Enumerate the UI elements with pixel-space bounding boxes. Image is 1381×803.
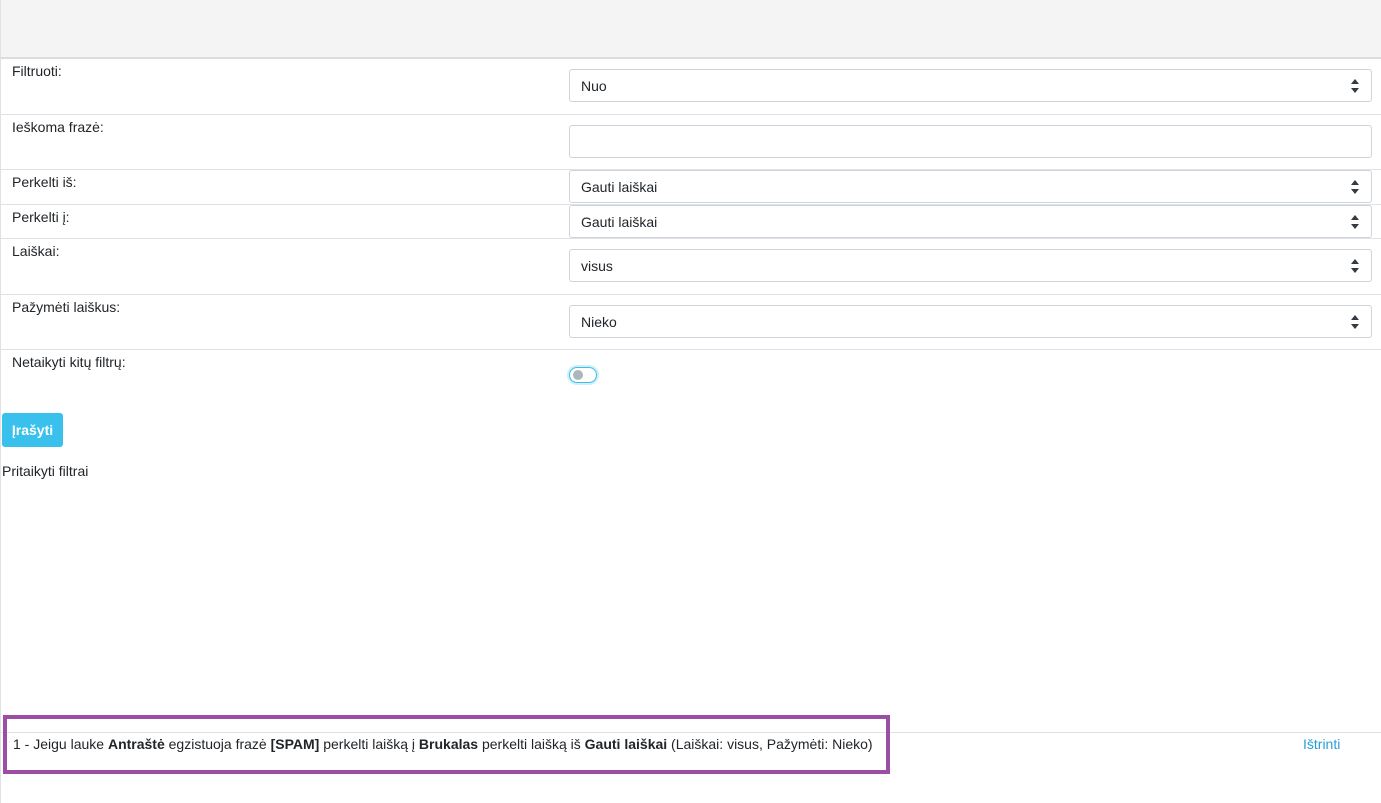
applied-filter-row: 1 - Jeigu lauke Antraštė egzistuoja fraz… [1,732,1381,774]
select-arrows-icon [1351,315,1359,329]
select-arrows-icon [1351,180,1359,194]
move-to-row: Perkelti į: Gauti laiškai [1,205,1381,239]
move-to-select[interactable]: Gauti laiškai [569,205,1372,238]
messages-row: Laiškai: visus [1,239,1381,295]
messages-select[interactable]: visus [569,249,1372,282]
move-to-select-value: Gauti laiškai [581,214,658,230]
no-other-filters-row: Netaikyti kitų filtrų: [1,350,1381,400]
no-other-filters-toggle[interactable] [569,367,597,383]
filter-text-mid1: egzistuoja frazė [164,736,271,752]
messages-label: Laiškai: [12,243,60,259]
filter-target-folder: Brukalas [418,736,479,752]
filter-text-mid2: perkelti laišką į [319,736,419,752]
toggle-knob [573,370,583,380]
search-phrase-input[interactable] [569,125,1372,158]
top-bar [1,0,1381,59]
move-from-row: Perkelti iš: Gauti laiškai [1,170,1381,205]
select-arrows-icon [1351,259,1359,273]
filter-text-suffix: (Laiškai: visus, Pažymėti: Nieko) [667,736,873,752]
filter-row: Filtruoti: Nuo [1,59,1381,115]
delete-filter-link[interactable]: Ištrinti [1303,736,1340,752]
filter-field-name: Antraštė [107,736,165,752]
filter-text-mid3: perkelti laišką iš [478,736,585,752]
filter-select-value: Nuo [581,78,607,94]
save-button[interactable]: Įrašyti [2,413,63,447]
filter-select[interactable]: Nuo [569,69,1372,102]
move-from-select-value: Gauti laiškai [581,179,658,195]
mark-messages-row: Pažymėti laiškus: Nieko [1,295,1381,350]
move-to-label: Perkelti į: [12,209,70,225]
filter-label: Filtruoti: [12,63,62,79]
no-other-filters-label: Netaikyti kitų filtrų: [12,354,126,370]
select-arrows-icon [1351,79,1359,93]
search-phrase-label: Ieškoma frazė: [12,119,104,135]
move-from-label: Perkelti iš: [12,174,77,190]
select-arrows-icon [1351,215,1359,229]
mark-messages-select-value: Nieko [581,314,617,330]
mark-messages-label: Pažymėti laiškus: [12,299,121,315]
applied-filter-description: 1 - Jeigu lauke Antraštė egzistuoja fraz… [13,736,873,752]
filter-source-folder: Gauti laiškai [584,736,668,752]
search-phrase-row: Ieškoma frazė: [1,115,1381,170]
mark-messages-select[interactable]: Nieko [569,305,1372,338]
filters-page: Filtruoti: Nuo Ieškoma frazė: Perkelti i… [0,0,1381,803]
move-from-select[interactable]: Gauti laiškai [569,170,1372,203]
filter-phrase: [SPAM] [270,736,320,752]
applied-filters-title: Pritaikyti filtrai [2,463,89,479]
filter-text-prefix: 1 - Jeigu lauke [13,736,108,752]
messages-select-value: visus [581,258,613,274]
